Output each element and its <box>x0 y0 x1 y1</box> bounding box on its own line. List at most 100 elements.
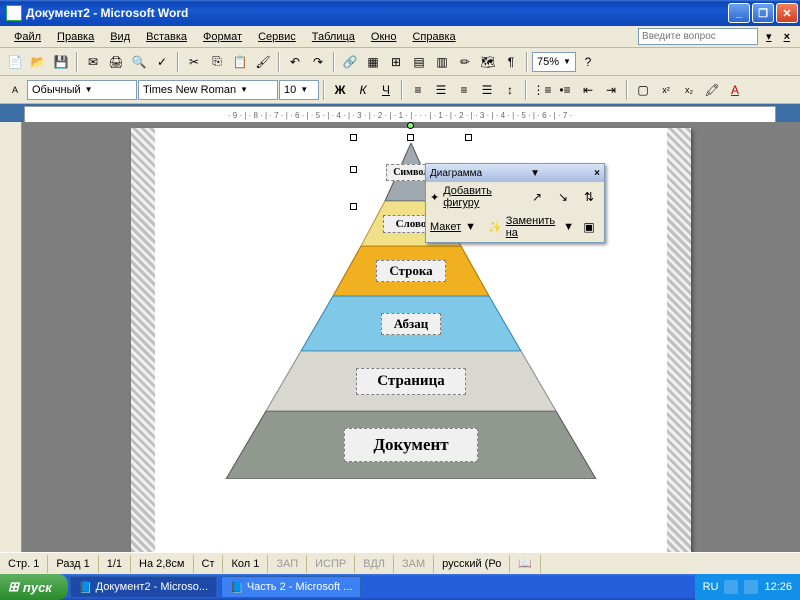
underline-button[interactable]: Ч <box>375 79 397 101</box>
increase-indent-button[interactable]: ⇥ <box>600 79 622 101</box>
status-line: Ст <box>194 555 224 573</box>
diagram-floating-toolbar[interactable]: Диаграмма ▼ × ✦ Добавить фигуру ↗ ↘ ⇅ Ма… <box>425 163 605 243</box>
document-page[interactable]: Символ Слово <box>131 128 691 552</box>
fit-text-button[interactable]: ▣ <box>578 216 600 238</box>
menu-edit[interactable]: Правка <box>49 29 102 45</box>
move-up-button[interactable]: ↗ <box>526 186 548 208</box>
diagram-toolbar-title: Диаграмма <box>430 168 482 179</box>
change-to-menu[interactable]: Заменить на <box>506 215 559 239</box>
show-marks-button[interactable]: ¶ <box>500 51 522 73</box>
left-margin-indicator <box>131 128 155 552</box>
system-tray[interactable]: RU 12:26 <box>695 574 800 600</box>
diagram-toolbar-options-arrow[interactable]: ▼ <box>530 168 540 179</box>
tables-borders-button[interactable]: ▦ <box>362 51 384 73</box>
help-button[interactable]: ? <box>577 51 599 73</box>
menu-view[interactable]: Вид <box>102 29 138 45</box>
diagram-toolbar-close-icon[interactable]: × <box>594 168 600 179</box>
word-doc-icon: 📘 <box>79 581 93 594</box>
undo-button[interactable]: ↶ <box>284 51 306 73</box>
bullets-button[interactable]: •≡ <box>554 79 576 101</box>
open-button[interactable]: 📂 <box>27 51 49 73</box>
status-trk[interactable]: ИСПР <box>307 555 355 573</box>
tray-clock[interactable]: 12:26 <box>764 581 792 593</box>
borders-button[interactable]: ▢ <box>632 79 654 101</box>
menu-window[interactable]: Окно <box>363 29 405 45</box>
columns-button[interactable]: ▥ <box>431 51 453 73</box>
styles-pane-button[interactable]: A <box>4 79 26 101</box>
status-rec[interactable]: ЗАП <box>268 555 307 573</box>
cut-button[interactable]: ✂ <box>183 51 205 73</box>
highlight-button[interactable]: 🖍 <box>701 79 723 101</box>
align-left-button[interactable]: ≡ <box>407 79 429 101</box>
align-right-button[interactable]: ≡ <box>453 79 475 101</box>
excel-button[interactable]: ▤ <box>408 51 430 73</box>
font-color-button[interactable]: A <box>724 79 746 101</box>
format-painter-button[interactable]: 🖌 <box>252 51 274 73</box>
subscript-button[interactable]: x₂ <box>678 79 700 101</box>
tray-icon-1[interactable] <box>724 580 738 594</box>
minimize-button[interactable]: _ <box>728 3 750 23</box>
pyramid-level-2-label[interactable]: Строка <box>376 260 445 282</box>
decrease-indent-button[interactable]: ⇤ <box>577 79 599 101</box>
taskbar-task-1[interactable]: 📘 Часть 2 - Microsoft ... <box>221 576 361 598</box>
start-button[interactable]: ⊞ пуск <box>0 574 68 600</box>
print-preview-button[interactable]: 🔍 <box>128 51 150 73</box>
pyramid-level-5-label[interactable]: Документ <box>344 428 477 462</box>
menu-help[interactable]: Справка <box>404 29 463 45</box>
add-shape-button[interactable]: Добавить фигуру <box>443 185 522 209</box>
tray-lang-indicator[interactable]: RU <box>703 581 719 593</box>
numbering-button[interactable]: ⋮≡ <box>531 79 553 101</box>
print-button[interactable]: 🖨 <box>105 51 127 73</box>
windows-taskbar: ⊞ пуск 📘 Документ2 - Microso... 📘 Часть … <box>0 574 800 600</box>
page-scroll-container[interactable]: Символ Слово <box>22 122 800 552</box>
pyramid-level-4-label[interactable]: Страница <box>356 368 465 395</box>
taskbar-task-0[interactable]: 📘 Документ2 - Microso... <box>70 576 217 598</box>
align-center-button[interactable]: ☰ <box>430 79 452 101</box>
autoformat-icon[interactable]: ✨ <box>488 221 502 234</box>
new-doc-button[interactable]: 📄 <box>4 51 26 73</box>
diagram-toolbar-header[interactable]: Диаграмма ▼ × <box>426 164 604 182</box>
window-title: Документ2 - Microsoft Word <box>26 6 726 20</box>
menu-format[interactable]: Формат <box>195 29 250 45</box>
status-language[interactable]: русский (Ро <box>434 555 510 573</box>
maximize-button[interactable]: ❐ <box>752 3 774 23</box>
justify-button[interactable]: ☰ <box>476 79 498 101</box>
spellcheck-button[interactable]: ✓ <box>151 51 173 73</box>
bold-button[interactable]: Ж <box>329 79 351 101</box>
right-margin-indicator <box>667 128 691 552</box>
copy-button[interactable]: ⎘ <box>206 51 228 73</box>
italic-button[interactable]: К <box>352 79 374 101</box>
redo-button[interactable]: ↷ <box>307 51 329 73</box>
window-close-doc[interactable]: × <box>780 31 794 43</box>
drawing-button[interactable]: ✏ <box>454 51 476 73</box>
reverse-button[interactable]: ⇅ <box>578 186 600 208</box>
line-spacing-button[interactable]: ↕ <box>499 79 521 101</box>
insert-table-button[interactable]: ⊞ <box>385 51 407 73</box>
menu-file[interactable]: Файл <box>6 29 49 45</box>
status-ext[interactable]: ВДЛ <box>355 555 394 573</box>
help-question-input[interactable] <box>638 28 758 45</box>
status-ovr[interactable]: ЗАМ <box>394 555 434 573</box>
menu-table[interactable]: Таблица <box>304 29 363 45</box>
menu-tools[interactable]: Сервис <box>250 29 304 45</box>
font-combo[interactable]: Times New Roman▼ <box>138 80 278 100</box>
status-spellcheck-icon[interactable]: 📖 <box>510 555 541 573</box>
move-down-button[interactable]: ↘ <box>552 186 574 208</box>
help-dropdown-arrow[interactable]: ▾ <box>758 28 780 45</box>
save-button[interactable]: 💾 <box>50 51 72 73</box>
style-combo[interactable]: Обычный▼ <box>27 80 137 100</box>
layout-menu[interactable]: Макет <box>430 221 461 233</box>
hyperlink-button[interactable]: 🔗 <box>339 51 361 73</box>
vertical-ruler[interactable] <box>0 122 22 552</box>
font-size-combo[interactable]: 10▼ <box>279 80 319 100</box>
close-button[interactable]: ✕ <box>776 3 798 23</box>
superscript-button[interactable]: x² <box>655 79 677 101</box>
standard-toolbar: 📄 📂 💾 ✉ 🖨 🔍 ✓ ✂ ⎘ 📋 🖌 ↶ ↷ 🔗 ▦ ⊞ ▤ ▥ ✏ 🗺 … <box>0 48 800 76</box>
mail-button[interactable]: ✉ <box>82 51 104 73</box>
tray-icon-2[interactable] <box>744 580 758 594</box>
doc-map-button[interactable]: 🗺 <box>477 51 499 73</box>
menu-insert[interactable]: Вставка <box>138 29 195 45</box>
pyramid-level-3-label[interactable]: Абзац <box>381 313 441 335</box>
paste-button[interactable]: 📋 <box>229 51 251 73</box>
zoom-combo[interactable]: 75%▼ <box>532 52 576 72</box>
